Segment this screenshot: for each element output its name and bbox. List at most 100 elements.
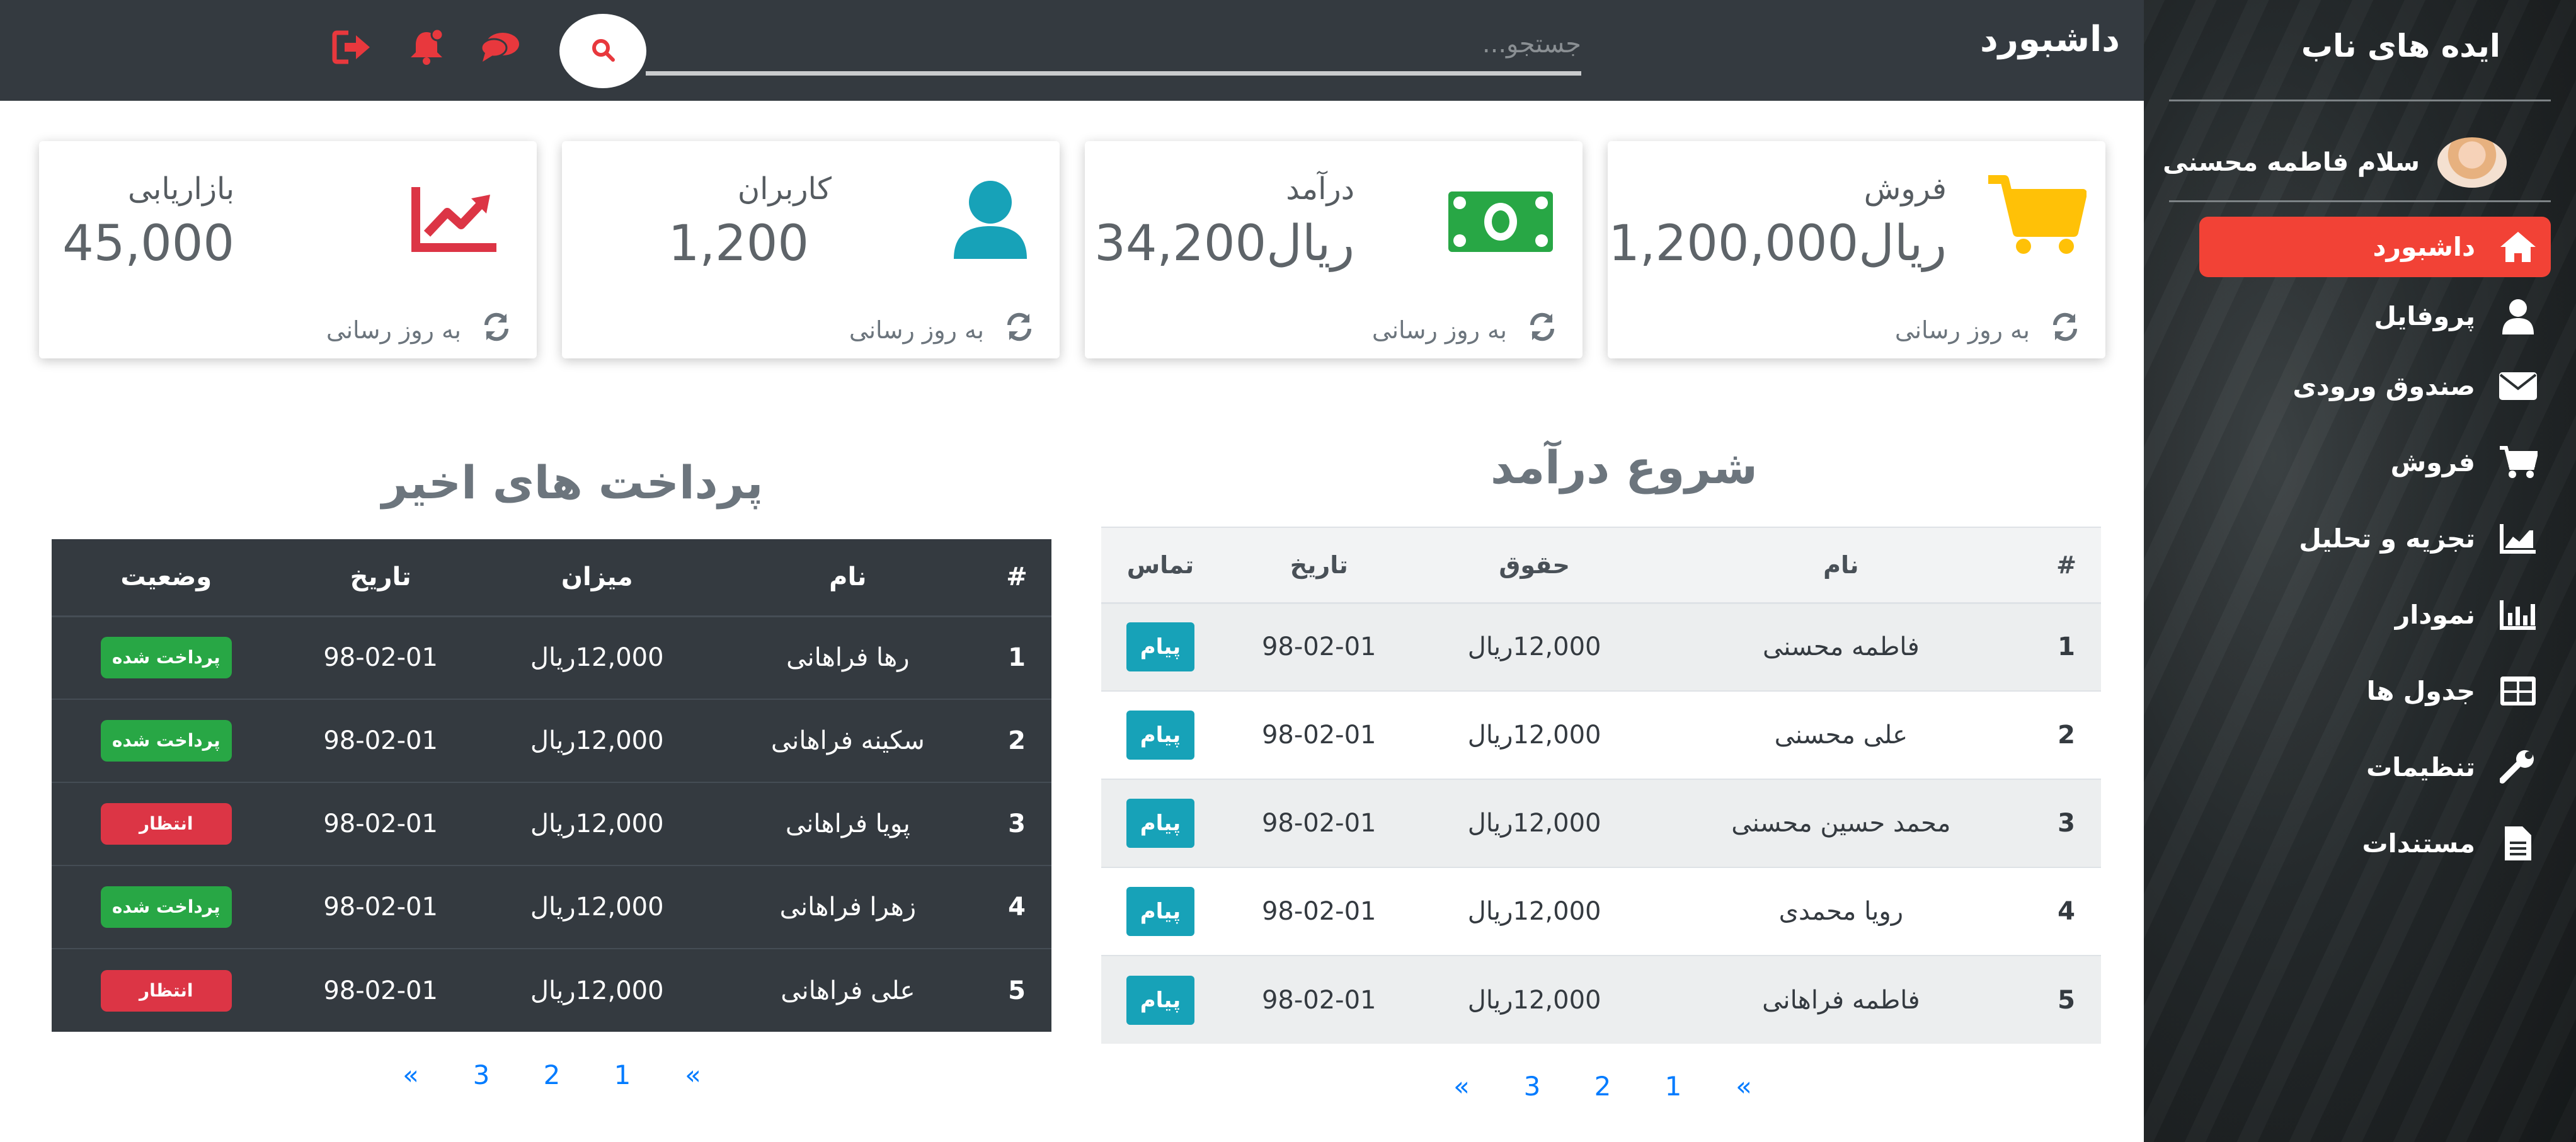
message-button[interactable]: پیام	[1126, 799, 1194, 848]
column-header: تاریخ	[280, 539, 481, 617]
amount-cell: 12,000ریال	[480, 865, 714, 949]
contact-cell: پیام	[1101, 955, 1220, 1044]
page-1[interactable]: 1	[1638, 1071, 1709, 1102]
cart-icon	[2498, 442, 2538, 482]
date-cell: 98-02-01	[1219, 602, 1419, 691]
sidebar-item-chart[interactable]: نمودار	[2199, 576, 2551, 653]
sidebar-menu: داشبورد پروفایل صندوق ورودی فروش تجزیه و…	[2199, 217, 2551, 881]
column-header: تماس	[1101, 527, 1220, 604]
sidebar-item-settings[interactable]: تنظیمات	[2199, 729, 2551, 805]
amount-cell: 12,000ریال	[480, 615, 714, 699]
date-cell: 98-02-01	[1219, 690, 1419, 779]
header-actions	[328, 23, 525, 72]
sidebar-item-inbox[interactable]: صندوق ورودی	[2199, 348, 2551, 424]
sidebar-item-analysis[interactable]: تجزیه و تحلیل	[2199, 500, 2551, 576]
page-1[interactable]: 1	[587, 1059, 658, 1090]
income-pagination: « 3 2 1 «	[1426, 1071, 1779, 1102]
card-footer-label: به روز رسانی	[849, 316, 984, 344]
sign-out-icon[interactable]	[328, 23, 377, 72]
sidebar-item-sales[interactable]: فروش	[2199, 424, 2551, 500]
avatar[interactable]	[2437, 137, 2507, 188]
page-3[interactable]: 3	[446, 1059, 517, 1090]
status-badge: پرداخت شده	[100, 637, 232, 679]
refresh-icon[interactable]	[1004, 312, 1034, 347]
envelope-icon	[2498, 366, 2538, 406]
page-next[interactable]: «	[658, 1059, 728, 1090]
message-button[interactable]: پیام	[1126, 711, 1194, 760]
comments-icon[interactable]	[476, 23, 525, 72]
card-title: کاربران	[737, 171, 832, 207]
name-cell: علی فراهانی	[713, 948, 982, 1032]
date-cell: 98-02-01	[280, 699, 481, 782]
salary-cell: 12,000ریال	[1418, 955, 1651, 1044]
page-next[interactable]: «	[1709, 1071, 1779, 1102]
card-footer[interactable]: به روز رسانی	[326, 312, 512, 347]
page-2[interactable]: 2	[517, 1059, 587, 1090]
card-value: 34,200ریال	[1094, 215, 1354, 272]
date-cell: 98-02-01	[1219, 955, 1419, 1044]
wrench-icon	[2498, 747, 2538, 787]
page-prev[interactable]: «	[375, 1059, 446, 1090]
row-number: 1	[2032, 602, 2101, 691]
table-row: 3 پویا فراهانی 12,000ریال 98-02-01 انتظا…	[52, 782, 1051, 865]
search-input[interactable]	[646, 19, 1581, 69]
table-row: 1 رها فراهانی 12,000ریال 98-02-01 پرداخت…	[52, 615, 1051, 699]
name-cell: رویا محمدی	[1650, 867, 2032, 956]
refresh-icon[interactable]	[1527, 312, 1557, 347]
user-profile[interactable]: سلام فاطمه محسنی	[2163, 137, 2507, 188]
brand-title: ایده های ناب	[2301, 28, 2500, 64]
table-row: 4 زهرا فراهانی 12,000ریال 98-02-01 پرداخ…	[52, 865, 1051, 949]
page-prev[interactable]: «	[1426, 1071, 1497, 1102]
message-button[interactable]: پیام	[1126, 887, 1194, 936]
stat-card-sales: فروش 1,200,000ریال به روز رسانی	[1608, 141, 2105, 358]
stat-card-income: درآمد 34,200ریال به روز رسانی	[1085, 141, 1583, 358]
salary-cell: 12,000ریال	[1418, 867, 1651, 956]
table-row: 5 فاطمه فراهانی 12,000ریال 98-02-01 پیام	[1101, 955, 2101, 1044]
table-icon	[2498, 671, 2538, 711]
card-title: بازاریابی	[127, 171, 234, 207]
table-row: 1 فاطمه محسنی 12,000ریال 98-02-01 پیام	[1101, 602, 2101, 691]
table-row: 3 محمد حسین محسنی 12,000ریال 98-02-01 پی…	[1101, 779, 2101, 867]
sidebar-item-profile[interactable]: پروفایل	[2199, 285, 2551, 348]
status-badge: پرداخت شده	[100, 720, 232, 762]
page-2[interactable]: 2	[1567, 1071, 1638, 1102]
message-button[interactable]: پیام	[1126, 622, 1194, 672]
table-row: 2 سکینه فراهانی 12,000ریال 98-02-01 پردا…	[52, 699, 1051, 782]
refresh-icon[interactable]	[481, 312, 512, 347]
message-button[interactable]: پیام	[1126, 975, 1194, 1025]
card-footer[interactable]: به روز رسانی	[1372, 312, 1557, 347]
date-cell: 98-02-01	[1219, 867, 1419, 956]
row-number: 3	[982, 782, 1051, 865]
card-footer[interactable]: به روز رسانی	[849, 312, 1034, 347]
status-cell: پرداخت شده	[52, 699, 281, 782]
search-icon	[590, 37, 615, 65]
search-button[interactable]	[559, 14, 646, 88]
refresh-icon[interactable]	[2050, 312, 2080, 347]
sidebar-item-dashboard[interactable]: داشبورد	[2199, 217, 2551, 277]
sidebar-item-docs[interactable]: مستندات	[2199, 805, 2551, 881]
status-badge: پرداخت شده	[100, 886, 232, 928]
top-header: داشبورد	[0, 0, 2144, 101]
contact-cell: پیام	[1101, 867, 1220, 956]
money-icon	[1438, 171, 1564, 272]
income-section-title: شروع درآمد	[1491, 441, 1758, 494]
card-title: فروش	[1863, 171, 1947, 207]
bar-chart-icon	[2498, 595, 2538, 635]
name-cell: علی محسنی	[1650, 690, 2032, 779]
user-icon	[2498, 296, 2538, 336]
chart-line-icon	[392, 169, 518, 270]
divider	[2169, 100, 2551, 101]
name-cell: پویا فراهانی	[713, 782, 982, 865]
row-number: 4	[982, 865, 1051, 949]
card-footer[interactable]: به روز رسانی	[1895, 312, 2080, 347]
date-cell: 98-02-01	[280, 948, 481, 1032]
name-cell: رها فراهانی	[713, 615, 982, 699]
row-number: 5	[2032, 955, 2101, 1044]
sidebar-item-tables[interactable]: جدول ها	[2199, 653, 2551, 729]
sidebar-item-label: پروفایل	[2374, 301, 2475, 331]
page-3[interactable]: 3	[1497, 1071, 1567, 1102]
name-cell: فاطمه محسنی	[1650, 602, 2032, 691]
table-row: 4 رویا محمدی 12,000ریال 98-02-01 پیام	[1101, 867, 2101, 956]
column-header: تاریخ	[1219, 527, 1419, 604]
bell-icon[interactable]	[402, 23, 451, 72]
